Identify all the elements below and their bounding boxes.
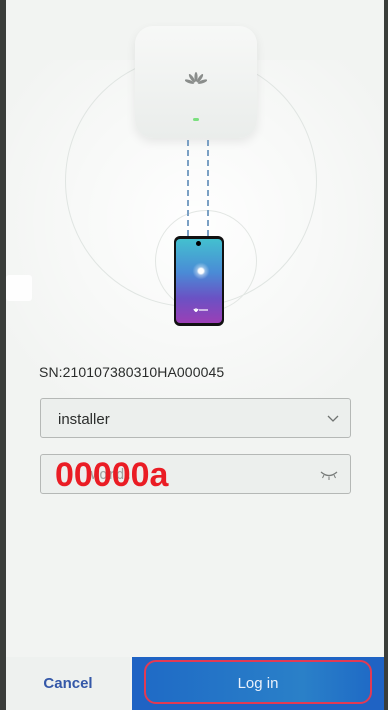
router-illustration — [125, 26, 267, 144]
login-button[interactable]: Log in — [132, 657, 384, 710]
router-status-led — [193, 118, 199, 121]
password-annotation: 00000a — [55, 456, 169, 494]
huawei-logo — [185, 72, 207, 84]
password-input[interactable]: Password. 00000a — [40, 454, 351, 494]
phone-camera — [196, 241, 201, 246]
nfc-signal-icon — [191, 261, 211, 281]
chevron-down-icon[interactable] — [326, 411, 340, 425]
connection-line — [187, 140, 209, 236]
huawei-logo — [193, 308, 208, 312]
login-screen: SN:210107380310HA000045 installer Passwo… — [6, 0, 384, 710]
cancel-button[interactable]: Cancel — [6, 657, 130, 710]
username-value: installer — [58, 411, 110, 428]
phone-illustration — [174, 236, 224, 326]
login-label: Log in — [237, 675, 279, 692]
action-bar: Cancel Log in — [6, 657, 384, 710]
phone-screen — [176, 239, 222, 323]
username-select[interactable]: installer — [40, 398, 351, 438]
serial-number: SN:210107380310HA000045 — [39, 364, 225, 380]
glare — [6, 275, 32, 301]
eye-closed-icon[interactable] — [320, 469, 338, 481]
